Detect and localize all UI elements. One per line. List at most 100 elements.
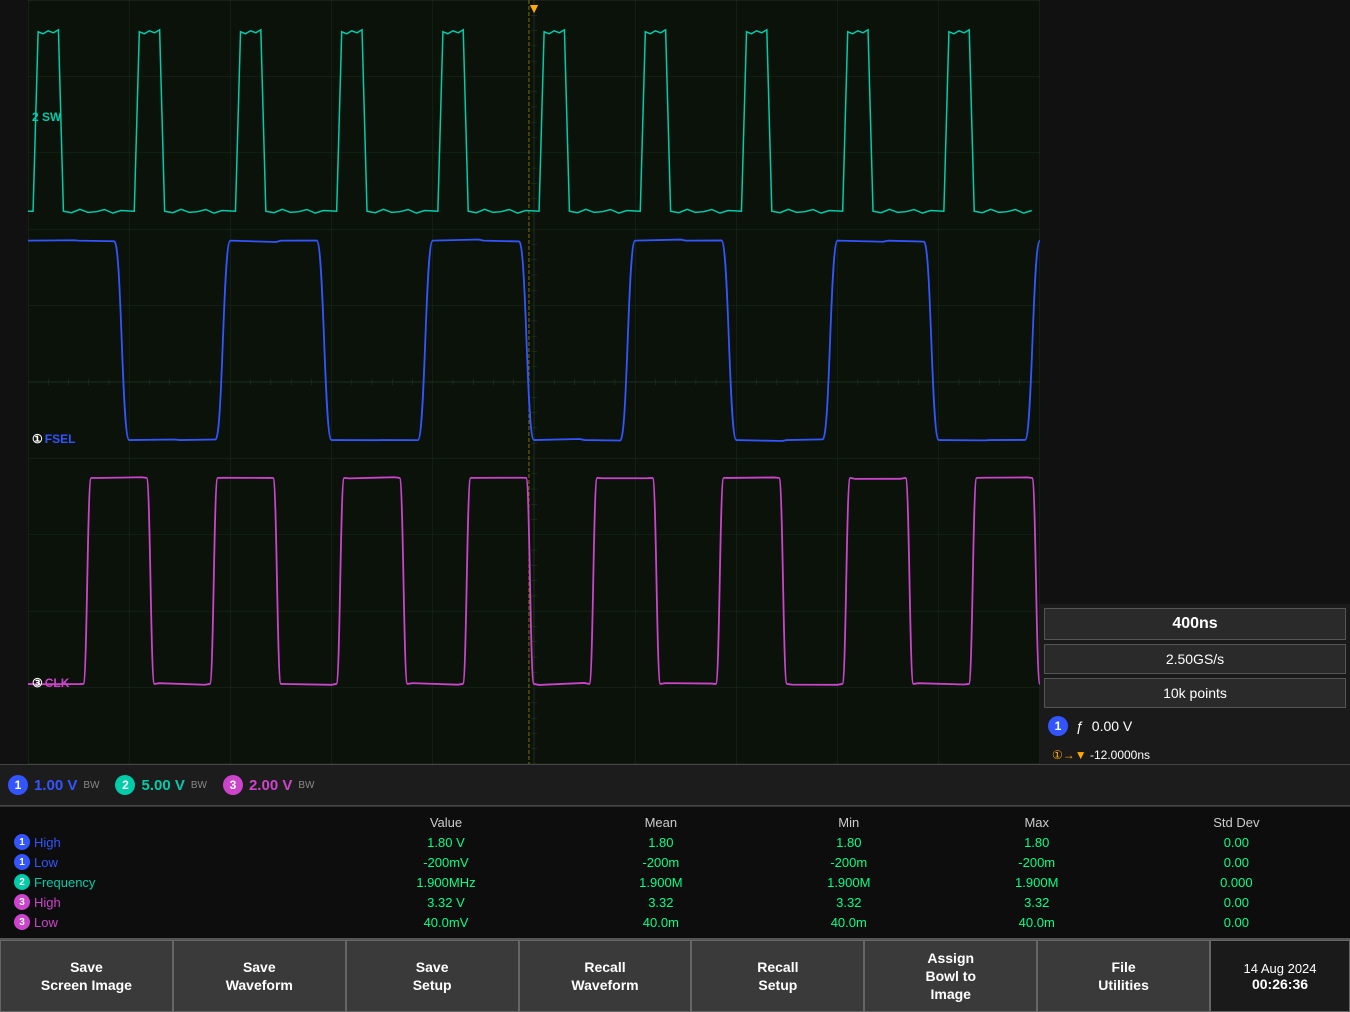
- stat-label-2: 2 Frequency: [8, 872, 325, 892]
- grid-lines: [28, 0, 1040, 764]
- channel-markers: [0, 0, 28, 764]
- save-waveform-button[interactable]: SaveWaveform: [173, 940, 346, 1012]
- datetime-display: 14 Aug 2024 00:26:36: [1210, 940, 1350, 1012]
- recall-waveform-line1: Recall: [584, 958, 625, 976]
- stats-header-4: Max: [943, 813, 1131, 832]
- ch3-coupling: BW: [298, 780, 314, 791]
- stat-max-2: 1.900M: [943, 872, 1131, 892]
- recall-setup-line1: Recall: [757, 958, 798, 976]
- stat-value-4: 40.0mV: [325, 912, 567, 932]
- file-utilities-line2: Utilities: [1098, 976, 1149, 994]
- ch2-volt-indicator: 2 5.00 V BW: [115, 775, 206, 795]
- recall-waveform-line2: Waveform: [571, 976, 638, 994]
- ch1-circle: 1: [8, 775, 28, 795]
- recall-setup-line2: Setup: [758, 976, 797, 994]
- save-screen-button[interactable]: SaveScreen Image: [0, 940, 173, 1012]
- stat-value-0: 1.80 V: [325, 832, 567, 852]
- stats-header: ValueMeanMinMaxStd Dev: [8, 813, 1342, 832]
- file-utilities-line1: File: [1112, 958, 1136, 976]
- stat-min-0: 1.80: [755, 832, 943, 852]
- stats-row-4: 3 Low 40.0mV 40.0m 40.0m 40.0m 0.00: [8, 912, 1342, 932]
- save-waveform-line1: Save: [243, 958, 276, 976]
- stat-min-4: 40.0m: [755, 912, 943, 932]
- right-panel-controls: 400ns 2.50GS/s 10k points 1 ƒ 0.00 V ①→▼…: [1040, 604, 1350, 764]
- measurement-bar: 1 1.00 V BW 2 5.00 V BW 3 2.00 V BW: [0, 764, 1350, 806]
- recall-setup-button[interactable]: RecallSetup: [691, 940, 864, 1012]
- stat-min-3: 3.32: [755, 892, 943, 912]
- stats-header-0: [8, 813, 325, 832]
- stats-row-0: 1 High 1.80 V 1.80 1.80 1.80 0.00: [8, 832, 1342, 852]
- save-setup-line1: Save: [416, 958, 449, 976]
- stat-mean-1: -200m: [567, 852, 755, 872]
- stat-mean-4: 40.0m: [567, 912, 755, 932]
- stat-label-3: 3 High: [8, 892, 325, 912]
- assign-bowl-button[interactable]: AssignBowl toImage: [864, 940, 1037, 1012]
- ch1-volt-indicator: 1 1.00 V BW: [8, 775, 99, 795]
- stats-header-3: Min: [755, 813, 943, 832]
- stat-label-4: 3 Low: [8, 912, 325, 932]
- trigger-value: 0.00 V: [1092, 718, 1132, 734]
- date: 14 Aug 2024: [1244, 961, 1317, 976]
- save-screen-line1: Save: [70, 958, 103, 976]
- file-utilities-button[interactable]: FileUtilities: [1037, 940, 1210, 1012]
- save-setup-button[interactable]: SaveSetup: [346, 940, 519, 1012]
- stat-min-2: 1.900M: [755, 872, 943, 892]
- trigger-symbol: ƒ: [1076, 718, 1084, 734]
- stat-value-2: 1.900MHz: [325, 872, 567, 892]
- ch3-volt-div: 2.00 V: [249, 777, 292, 794]
- stat-std-1: 0.00: [1131, 852, 1342, 872]
- time: 00:26:36: [1252, 976, 1308, 992]
- stat-max-1: -200m: [943, 852, 1131, 872]
- waveform-svg: [28, 0, 1040, 764]
- ch3-waveform-label: ③CLK: [32, 676, 69, 690]
- ch3-volt-indicator: 3 2.00 V BW: [223, 775, 314, 795]
- statistics-area: ValueMeanMinMaxStd Dev 1 High 1.80 V 1.8…: [0, 806, 1350, 938]
- waveform-display: ▼ 2 SW ①FSEL ③CLK: [28, 0, 1040, 764]
- stat-mean-2: 1.900M: [567, 872, 755, 892]
- assign-bowl-line2: Bowl to: [925, 967, 976, 985]
- stat-std-0: 0.00: [1131, 832, 1342, 852]
- time-per-div[interactable]: 400ns: [1044, 608, 1346, 640]
- ch3-circle: 3: [223, 775, 243, 795]
- trigger-channel-circle: 1: [1048, 716, 1068, 736]
- ch1-waveform-label: ①FSEL: [32, 432, 75, 446]
- sample-rate: 2.50GS/s: [1044, 644, 1346, 674]
- ch2-waveform-label: 2 SW: [32, 110, 61, 124]
- stats-header-5: Std Dev: [1131, 813, 1342, 832]
- right-panel: 400ns 2.50GS/s 10k points 1 ƒ 0.00 V ①→▼…: [1040, 0, 1350, 764]
- ch2-coupling: BW: [191, 780, 207, 791]
- trigger-info: 1 ƒ 0.00 V: [1044, 712, 1346, 740]
- cursor-time-value: -12.0000ns: [1090, 748, 1150, 762]
- stat-mean-3: 3.32: [567, 892, 755, 912]
- ch1-coupling: BW: [83, 780, 99, 791]
- stat-std-3: 0.00: [1131, 892, 1342, 912]
- assign-bowl-line2: Image: [930, 985, 970, 1003]
- stat-mean-0: 1.80: [567, 832, 755, 852]
- recall-waveform-button[interactable]: RecallWaveform: [519, 940, 692, 1012]
- ch2-volt-div: 5.00 V: [141, 777, 184, 794]
- save-screen-line2: Screen Image: [41, 976, 132, 994]
- trigger-marker: ▼: [527, 0, 541, 16]
- stat-std-4: 0.00: [1131, 912, 1342, 932]
- stat-max-4: 40.0m: [943, 912, 1131, 932]
- record-length: 10k points: [1044, 678, 1346, 708]
- stats-row-2: 2 Frequency 1.900MHz 1.900M 1.900M 1.900…: [8, 872, 1342, 892]
- stat-max-3: 3.32: [943, 892, 1131, 912]
- stats-header-1: Value: [325, 813, 567, 832]
- ch2-circle: 2: [115, 775, 135, 795]
- stats-row-1: 1 Low -200mV -200m -200m -200m 0.00: [8, 852, 1342, 872]
- right-panel-info: [1040, 0, 1350, 604]
- stats-header-2: Mean: [567, 813, 755, 832]
- stats-body: 1 High 1.80 V 1.80 1.80 1.80 0.00 1 Low …: [8, 832, 1342, 932]
- statistics-table: ValueMeanMinMaxStd Dev 1 High 1.80 V 1.8…: [8, 813, 1342, 932]
- stat-label-0: 1 High: [8, 832, 325, 852]
- stat-min-1: -200m: [755, 852, 943, 872]
- cursor-time: ①→▼ -12.0000ns: [1044, 744, 1346, 766]
- stat-value-3: 3.32 V: [325, 892, 567, 912]
- stat-value-1: -200mV: [325, 852, 567, 872]
- ch1-volt-div: 1.00 V: [34, 777, 77, 794]
- bottom-toolbar: SaveScreen ImageSaveWaveformSaveSetupRec…: [0, 938, 1350, 1012]
- stat-std-2: 0.000: [1131, 872, 1342, 892]
- save-waveform-line2: Waveform: [226, 976, 293, 994]
- stat-max-0: 1.80: [943, 832, 1131, 852]
